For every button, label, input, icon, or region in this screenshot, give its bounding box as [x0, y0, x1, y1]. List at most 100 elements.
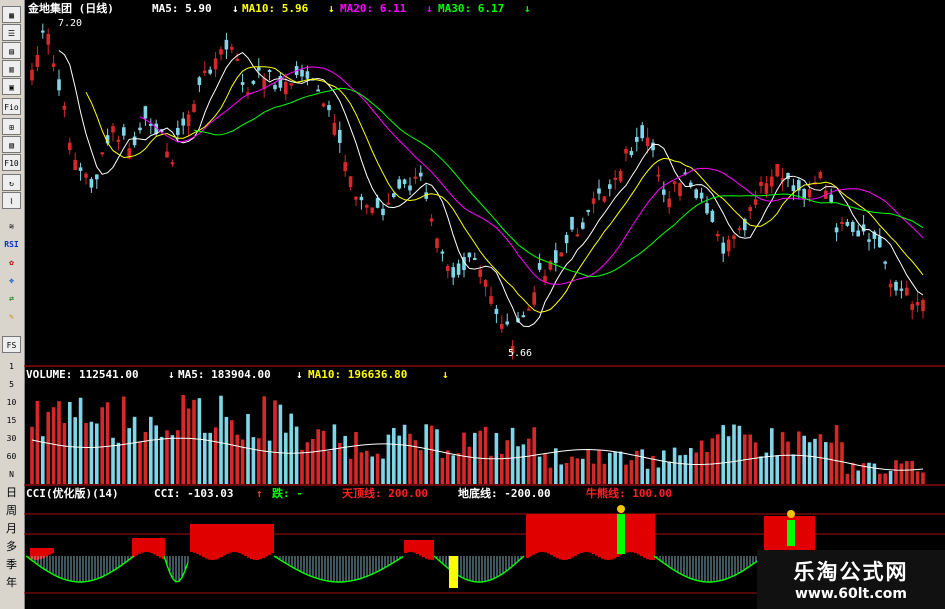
candle-body	[662, 189, 666, 195]
fio-button[interactable]: Fio	[2, 98, 21, 115]
cci-red-bar	[538, 514, 541, 553]
volume-bar	[343, 435, 347, 484]
cci-red-bar	[268, 524, 271, 555]
refresh-icon[interactable]: ↻	[2, 174, 21, 191]
f10-button[interactable]: F10	[2, 154, 21, 171]
volume-bar	[84, 422, 88, 484]
volume-ma10-label: MA10: 196636.80	[308, 368, 407, 381]
cci-red-bar	[809, 516, 812, 553]
cci-red-bar	[637, 514, 640, 555]
move-icon[interactable]: ✥	[2, 272, 21, 289]
volume-bar	[845, 473, 850, 484]
chart-icon[interactable]: ▧	[2, 136, 21, 153]
chart-icon[interactable]: ▣	[2, 78, 21, 95]
volume-bar	[78, 397, 83, 484]
cci-red-bar	[541, 514, 544, 553]
period-week[interactable]: 周	[2, 502, 21, 519]
cci-red-bar	[223, 524, 226, 556]
cci-red-bar	[646, 514, 649, 560]
cci-green-bar	[617, 514, 625, 554]
volume-bar	[824, 442, 828, 484]
scale-5[interactable]: 5	[2, 376, 21, 393]
cci-red-bar	[235, 524, 238, 553]
cci-red-bar	[241, 524, 244, 555]
volume-bar	[678, 455, 682, 484]
cci-red-bar	[803, 516, 806, 553]
candle-body	[678, 183, 682, 196]
volume-bar	[483, 426, 488, 484]
ma5-label: MA5: 5.90	[152, 2, 212, 15]
candle-body	[392, 193, 396, 198]
candle-body	[834, 227, 839, 233]
volume-bar	[624, 464, 628, 484]
volume-bar	[365, 450, 369, 484]
period-year[interactable]: 年	[2, 574, 21, 591]
volume-bar	[516, 446, 520, 484]
stock-chart[interactable]: 金地集团 (日线) MA5: 5.90 ↓ MA10: 5.96 ↓ MA20:…	[24, 0, 945, 609]
candle-body	[78, 167, 83, 171]
cci-red-bar	[193, 524, 196, 553]
volume-bar	[122, 396, 126, 484]
scale-15[interactable]: 15	[2, 412, 21, 429]
list-icon[interactable]: ☰	[2, 24, 21, 41]
cci-red-bar	[529, 514, 532, 557]
volume-bar	[267, 440, 272, 484]
arrow-icon[interactable]: ⇄	[2, 290, 21, 307]
volume-bar	[548, 467, 553, 484]
volume-bar	[392, 427, 396, 484]
candle-icon[interactable]: ▥	[2, 60, 21, 77]
volume-bar	[294, 426, 299, 484]
bar-icon[interactable]: ▤	[2, 42, 21, 59]
candle-body	[694, 189, 698, 199]
candle-body	[716, 233, 720, 237]
grid-icon[interactable]: ⊞	[2, 118, 21, 135]
candle-body	[500, 323, 504, 329]
volume-bar	[95, 423, 99, 484]
cci-red-bar	[153, 538, 156, 555]
scale-30[interactable]: 30	[2, 430, 21, 447]
volume-bar	[51, 407, 56, 484]
candle-body	[41, 30, 45, 33]
period-multi[interactable]: 多	[2, 538, 21, 555]
line-icon[interactable]: ≋	[2, 218, 21, 235]
flower-icon[interactable]: ✿	[2, 254, 21, 271]
candle-body	[213, 58, 218, 70]
candle-body	[446, 265, 450, 272]
pencil-icon[interactable]: ✎	[2, 308, 21, 325]
scale-60[interactable]: 60	[2, 448, 21, 465]
volume-bar	[645, 468, 650, 484]
cci-red-bar	[262, 524, 265, 559]
ma5-arrow: ↓	[232, 2, 239, 15]
candle-body	[35, 54, 40, 68]
volume-bar	[219, 395, 223, 484]
volume-bar	[143, 431, 148, 484]
candle-body	[856, 230, 860, 237]
candle-body	[656, 174, 661, 177]
volume-bar	[726, 436, 731, 484]
cci-red-bar	[607, 514, 610, 560]
cci-red-bar	[601, 514, 604, 559]
volume-bar	[586, 448, 590, 484]
scale-n[interactable]: N	[2, 466, 21, 483]
candle-body	[770, 176, 774, 187]
volume-bar	[68, 402, 72, 484]
scale-10[interactable]: 10	[2, 394, 21, 411]
fs-button[interactable]: FS	[2, 336, 21, 353]
volume-bar	[408, 433, 412, 484]
period-day[interactable]: 日	[2, 484, 21, 501]
period-quarter[interactable]: 季	[2, 556, 21, 573]
volume-bar	[192, 399, 196, 484]
line-icon[interactable]: ⌇	[2, 192, 21, 209]
rsi-button[interactable]: RSI	[2, 236, 21, 253]
candle-body	[203, 70, 207, 74]
volume-arrow: ↓	[168, 368, 175, 381]
volume-bar	[683, 454, 688, 484]
candle-body	[192, 104, 196, 112]
scale-1[interactable]: 1	[2, 358, 21, 375]
candle-body	[829, 194, 833, 203]
volume-bar	[348, 458, 353, 484]
chart-icon[interactable]: ▦	[2, 6, 21, 23]
volume-bar	[629, 460, 634, 484]
volume-bar	[240, 439, 245, 484]
period-month[interactable]: 月	[2, 520, 21, 537]
